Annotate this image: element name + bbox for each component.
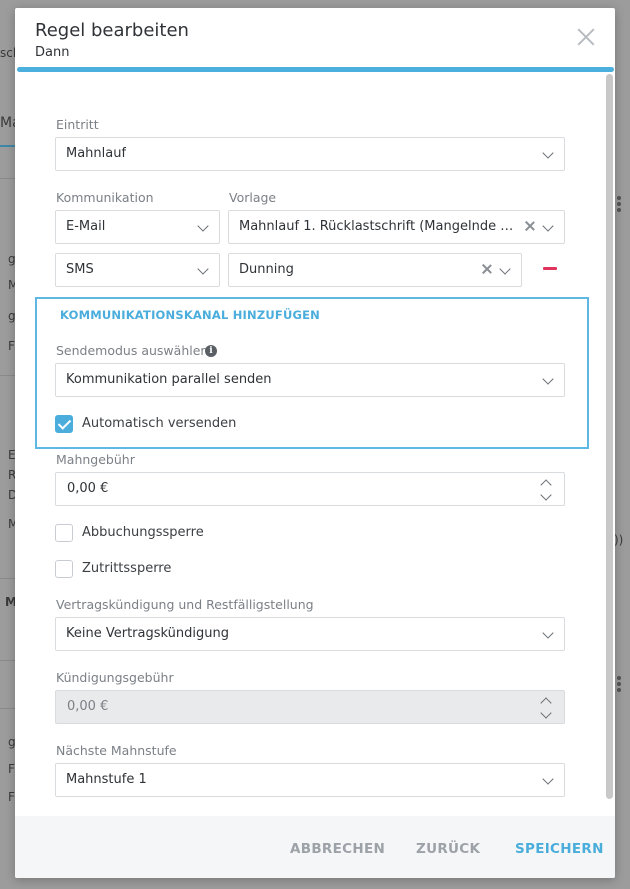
termination-fee-label: Kündigungsgebühr [56, 670, 174, 685]
chevron-down-icon [542, 147, 554, 159]
cancel-button[interactable]: ABBRECHEN [290, 841, 385, 857]
bg-divider [0, 578, 15, 579]
bg-text: )) [614, 533, 624, 547]
dialog-title: Regel bearbeiten [35, 20, 189, 41]
back-button[interactable]: ZURÜCK [416, 841, 480, 857]
bg-divider [0, 660, 15, 661]
close-icon[interactable] [575, 26, 597, 48]
chevron-down-icon [542, 220, 554, 232]
contract-termination-select[interactable]: Keine Vertragskündigung [55, 617, 565, 651]
contract-termination-value: Keine Vertragskündigung [66, 626, 229, 641]
bg-divider [0, 375, 15, 376]
termination-fee-input: 0,00 € [55, 690, 565, 724]
step-progress-bar [17, 67, 614, 72]
access-block-checkbox[interactable] [55, 560, 73, 578]
termination-fee-value: 0,00 € [67, 699, 109, 714]
chevron-down-icon [542, 373, 554, 385]
next-level-label: Nächste Mahnstufe [56, 743, 177, 758]
entry-value: Mahnlauf [66, 146, 127, 161]
bg-divider [0, 708, 15, 709]
access-block-label: Zutrittssperre [82, 561, 172, 576]
send-mode-label: Sendemodus auswählen [56, 343, 209, 358]
bg-more-icon [617, 676, 621, 694]
dialog-header: Regel bearbeiten Dann [15, 8, 615, 70]
bg-text: F [8, 790, 15, 804]
entry-select[interactable]: Mahnlauf [55, 137, 565, 171]
entry-label: Eintritt [56, 117, 99, 132]
send-mode-value: Kommunikation parallel senden [66, 372, 272, 387]
channel-value: SMS [66, 262, 94, 277]
template-select-sms[interactable]: Dunning [228, 253, 522, 287]
dialog-subtitle: Dann [35, 45, 70, 60]
template-value: Dunning [239, 262, 294, 277]
template-value: Mahnlauf 1. Rücklastschrift (Mangelnde D… [239, 219, 521, 234]
bg-more-icon [617, 196, 621, 214]
send-mode-select[interactable]: Kommunikation parallel senden [55, 363, 565, 397]
info-icon[interactable]: i [205, 345, 217, 357]
channel-select-sms[interactable]: SMS [55, 253, 220, 287]
communication-label: Kommunikation [56, 190, 154, 205]
template-select-email[interactable]: Mahnlauf 1. Rücklastschrift (Mangelnde D… [228, 210, 565, 244]
scrollbar[interactable] [606, 74, 613, 799]
channel-value: E-Mail [66, 219, 106, 234]
add-channel-button[interactable]: KOMMUNIKATIONSKANAL HINZUFÜGEN [60, 308, 320, 322]
bg-divider [0, 178, 15, 179]
clear-icon[interactable] [481, 263, 493, 275]
next-level-select[interactable]: Mahnstufe 1 [55, 763, 565, 797]
chevron-down-icon [197, 220, 209, 232]
template-label: Vorlage [229, 190, 277, 205]
auto-send-label: Automatisch versenden [82, 416, 237, 431]
dunning-fee-value: 0,00 € [67, 481, 109, 496]
next-level-value: Mahnstufe 1 [66, 772, 147, 787]
bg-tab-indicator [0, 145, 15, 147]
save-button[interactable]: SPEICHERN [515, 841, 604, 857]
channel-select-email[interactable]: E-Mail [55, 210, 220, 244]
step-progress-fill [17, 67, 614, 72]
debit-block-label: Abbuchungssperre [82, 525, 204, 540]
dialog-footer: ABBRECHEN ZURÜCK SPEICHERN [15, 816, 615, 878]
chevron-down-icon [197, 263, 209, 275]
bg-text: F [8, 762, 15, 776]
bg-text: F [8, 339, 15, 353]
chevron-down-icon [542, 773, 554, 785]
debit-block-checkbox[interactable] [55, 524, 73, 542]
chevron-down-icon [542, 627, 554, 639]
dunning-fee-label: Mahngebühr [56, 452, 135, 467]
dunning-fee-input[interactable]: 0,00 € [55, 472, 565, 506]
spinner-down-icon [540, 707, 552, 719]
edit-rule-dialog: Regel bearbeiten Dann Eintritt Mahnlauf … [15, 8, 615, 878]
contract-termination-label: Vertragskündigung und Restfälligstellung [56, 597, 314, 612]
clear-icon[interactable] [524, 220, 536, 232]
auto-send-checkbox[interactable] [55, 415, 73, 433]
chevron-down-icon [499, 263, 511, 275]
spinner-down-icon[interactable] [540, 489, 552, 501]
minus-icon[interactable] [543, 267, 557, 270]
